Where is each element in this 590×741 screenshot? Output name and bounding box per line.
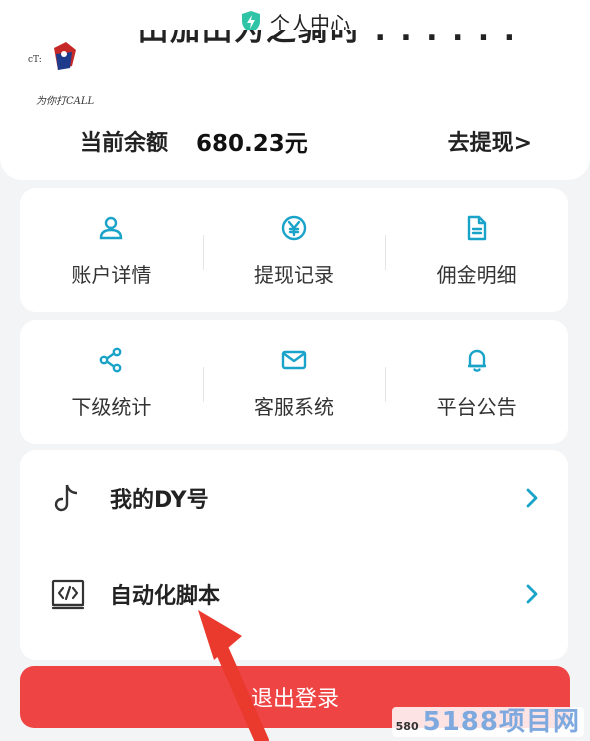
chevron-right-icon (526, 584, 538, 604)
menu-label: 客服系统 (254, 394, 334, 419)
menu-card-1: 账户详情 提现记录 佣金明细 (20, 188, 568, 312)
menu-label: 平台公告 (436, 394, 517, 419)
menu-platform-notices[interactable]: 平台公告 (385, 320, 568, 444)
document-icon (467, 215, 486, 240)
list-card: 我的DY号 自动化脚本 (20, 450, 568, 660)
list-item-label: 自动化脚本 (110, 584, 221, 609)
menu-withdraw-records[interactable]: 提现记录 (202, 188, 386, 312)
avatar[interactable]: cT: (24, 40, 102, 90)
bell-icon (467, 349, 486, 372)
mail-icon (281, 350, 307, 369)
list-item-my-dy[interactable]: 我的DY号 (20, 458, 568, 538)
menu-commission-details[interactable]: 佣金明细 (385, 188, 568, 312)
share-icon (99, 347, 122, 372)
list-item-label: 我的DY号 (110, 488, 209, 513)
withdraw-link[interactable]: 去提现> (448, 125, 532, 157)
balance-value: 680.23元 (196, 131, 308, 157)
menu-label: 佣金明细 (436, 262, 517, 287)
menu-card-2: 下级统计 客服系统 平台公告 (20, 320, 568, 444)
chevron-right-icon (526, 488, 538, 508)
username: 田加田为之骑时 . . . . . . (138, 30, 518, 48)
watermark: 580 5188项目网 (391, 707, 584, 737)
svg-text:cT:: cT: (28, 55, 42, 65)
menu-account-details[interactable]: 账户详情 (20, 188, 203, 312)
balance-label: 当前余额 (80, 131, 169, 156)
watermark-logo: 5188项目网 (422, 707, 580, 737)
menu-subordinate-stats[interactable]: 下级统计 (20, 320, 203, 444)
list-item-automation-script[interactable]: 自动化脚本 (20, 554, 568, 634)
profile-card: cT: 为你打CALL 田加田为之骑时 . . . . . . 当前余额 680… (0, 30, 590, 180)
code-icon (51, 579, 85, 610)
menu-customer-service[interactable]: 客服系统 (202, 320, 386, 444)
menu-label: 下级统计 (71, 394, 152, 419)
menu-label: 提现记录 (254, 262, 334, 287)
menu-label: 账户详情 (71, 262, 152, 287)
tiktok-icon (54, 484, 78, 512)
watermark-small: 580 (395, 720, 419, 733)
user-icon (100, 216, 123, 239)
avatar-caption: 为你打CALL (36, 96, 95, 107)
yen-icon (281, 215, 307, 240)
